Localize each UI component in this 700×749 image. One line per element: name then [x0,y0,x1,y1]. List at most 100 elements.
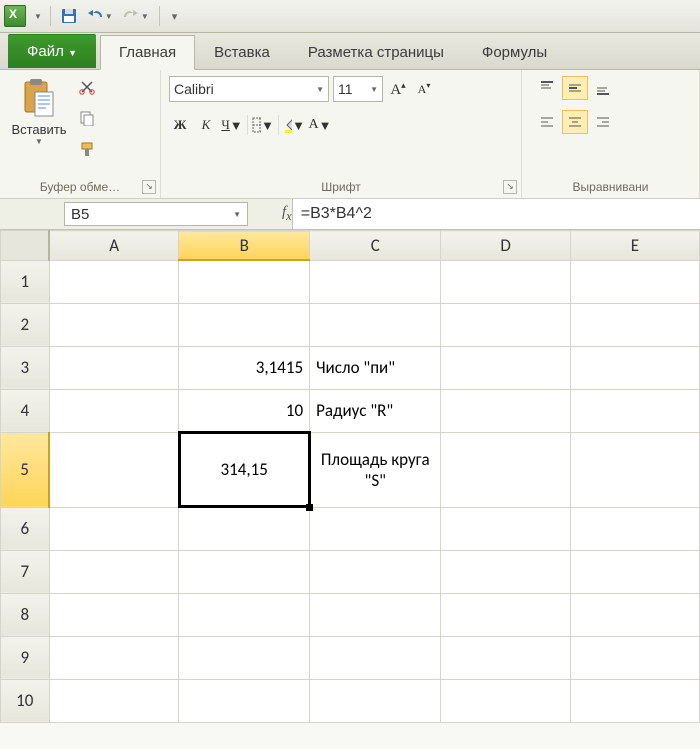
cell-B10[interactable] [179,679,310,722]
cell-A4[interactable] [49,389,179,432]
cell-C4[interactable]: Радиус "R" [310,389,441,432]
row-header-3[interactable]: 3 [1,346,50,389]
row-header-10[interactable]: 10 [1,679,50,722]
cell-C3[interactable]: Число "пи" [310,346,441,389]
row-header-4[interactable]: 4 [1,389,50,432]
cell-E8[interactable] [570,593,699,636]
undo-button[interactable]: ▼ [85,6,115,26]
cell-D2[interactable] [441,303,570,346]
font-color-button[interactable]: A▼ [309,114,331,136]
cell-A9[interactable] [49,636,179,679]
cell-E4[interactable] [570,389,699,432]
paste-button[interactable]: Вставить ▼ [8,76,70,176]
cell-A8[interactable] [49,593,179,636]
cell-C1[interactable] [310,260,441,303]
formula-bar[interactable]: =B3*B4^2 [292,199,700,229]
qat-customize[interactable]: ▾ [168,8,180,25]
fx-icon[interactable]: fx [282,204,292,224]
row-header-1[interactable]: 1 [1,260,50,303]
row-header-5[interactable]: 5 [1,432,50,507]
font-name-combo[interactable]: Calibri▼ [169,76,329,102]
cell-A7[interactable] [49,550,179,593]
cell-B9[interactable] [179,636,310,679]
font-launcher[interactable]: ↘ [503,180,517,194]
col-header-A[interactable]: A [49,231,179,261]
cell-A1[interactable] [49,260,179,303]
cell-D9[interactable] [441,636,570,679]
cell-B1[interactable] [179,260,310,303]
col-header-D[interactable]: D [441,231,570,261]
borders-button[interactable]: ▼ [252,114,274,136]
cell-D6[interactable] [441,507,570,550]
cell-D3[interactable] [441,346,570,389]
cell-B8[interactable] [179,593,310,636]
app-icon[interactable] [4,5,26,27]
tab-file[interactable]: Файл ▼ [8,34,96,68]
cell-B5[interactable]: 314,15 [179,432,310,507]
cell-E2[interactable] [570,303,699,346]
tab-insert[interactable]: Вставка [195,35,289,69]
app-menu-dd[interactable]: ▼ [34,12,42,21]
cell-C9[interactable] [310,636,441,679]
font-size-combo[interactable]: 11▼ [333,76,383,102]
cell-E5[interactable] [570,432,699,507]
cell-D10[interactable] [441,679,570,722]
shrink-font-button[interactable]: A▾ [413,78,435,100]
col-header-E[interactable]: E [570,231,699,261]
cell-C5[interactable]: Площадь круга "S" [310,432,441,507]
save-button[interactable] [59,6,79,26]
italic-button[interactable]: К [195,114,217,136]
align-right-button[interactable] [590,110,616,134]
clipboard-launcher[interactable]: ↘ [142,180,156,194]
row-header-9[interactable]: 9 [1,636,50,679]
cell-D7[interactable] [441,550,570,593]
cell-E3[interactable] [570,346,699,389]
cell-D5[interactable] [441,432,570,507]
cell-B2[interactable] [179,303,310,346]
cell-A2[interactable] [49,303,179,346]
copy-button[interactable] [76,107,98,129]
row-header-7[interactable]: 7 [1,550,50,593]
tab-formulas[interactable]: Формулы [463,35,566,69]
cut-button[interactable] [76,76,98,98]
cell-B3[interactable]: 3,1415 [179,346,310,389]
tab-page-layout[interactable]: Разметка страницы [289,35,463,69]
cell-E10[interactable] [570,679,699,722]
cell-A5[interactable] [49,432,179,507]
name-box[interactable]: B5▼ [64,202,248,226]
cell-D4[interactable] [441,389,570,432]
underline-button[interactable]: Ч▼ [221,114,243,136]
cell-E9[interactable] [570,636,699,679]
cell-D8[interactable] [441,593,570,636]
cell-E1[interactable] [570,260,699,303]
align-left-button[interactable] [534,110,560,134]
cell-A6[interactable] [49,507,179,550]
cell-C10[interactable] [310,679,441,722]
tab-home[interactable]: Главная [100,35,195,70]
col-header-B[interactable]: B [179,231,310,261]
redo-button[interactable]: ▼ [121,6,151,26]
cell-C2[interactable] [310,303,441,346]
select-all-corner[interactable] [1,231,50,261]
cell-A3[interactable] [49,346,179,389]
row-header-6[interactable]: 6 [1,507,50,550]
cell-D1[interactable] [441,260,570,303]
row-header-8[interactable]: 8 [1,593,50,636]
row-header-2[interactable]: 2 [1,303,50,346]
cell-C6[interactable] [310,507,441,550]
cell-E7[interactable] [570,550,699,593]
cell-A10[interactable] [49,679,179,722]
align-bottom-button[interactable] [590,76,616,100]
align-top-button[interactable] [534,76,560,100]
cell-B4[interactable]: 10 [179,389,310,432]
cell-B6[interactable] [179,507,310,550]
cell-C7[interactable] [310,550,441,593]
cell-B7[interactable] [179,550,310,593]
align-middle-button[interactable] [562,76,588,100]
cell-E6[interactable] [570,507,699,550]
bold-button[interactable]: Ж [169,114,191,136]
cell-C8[interactable] [310,593,441,636]
grow-font-button[interactable]: A▴ [387,78,409,100]
format-painter-button[interactable] [76,138,98,160]
col-header-C[interactable]: C [310,231,441,261]
